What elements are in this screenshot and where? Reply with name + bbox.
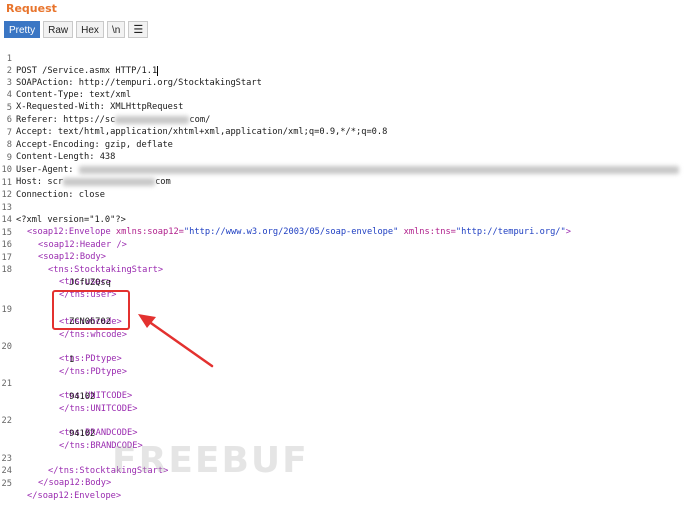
xml-tag: </soap12:Envelope> <box>27 491 122 501</box>
annotation-arrow-icon <box>138 314 214 368</box>
